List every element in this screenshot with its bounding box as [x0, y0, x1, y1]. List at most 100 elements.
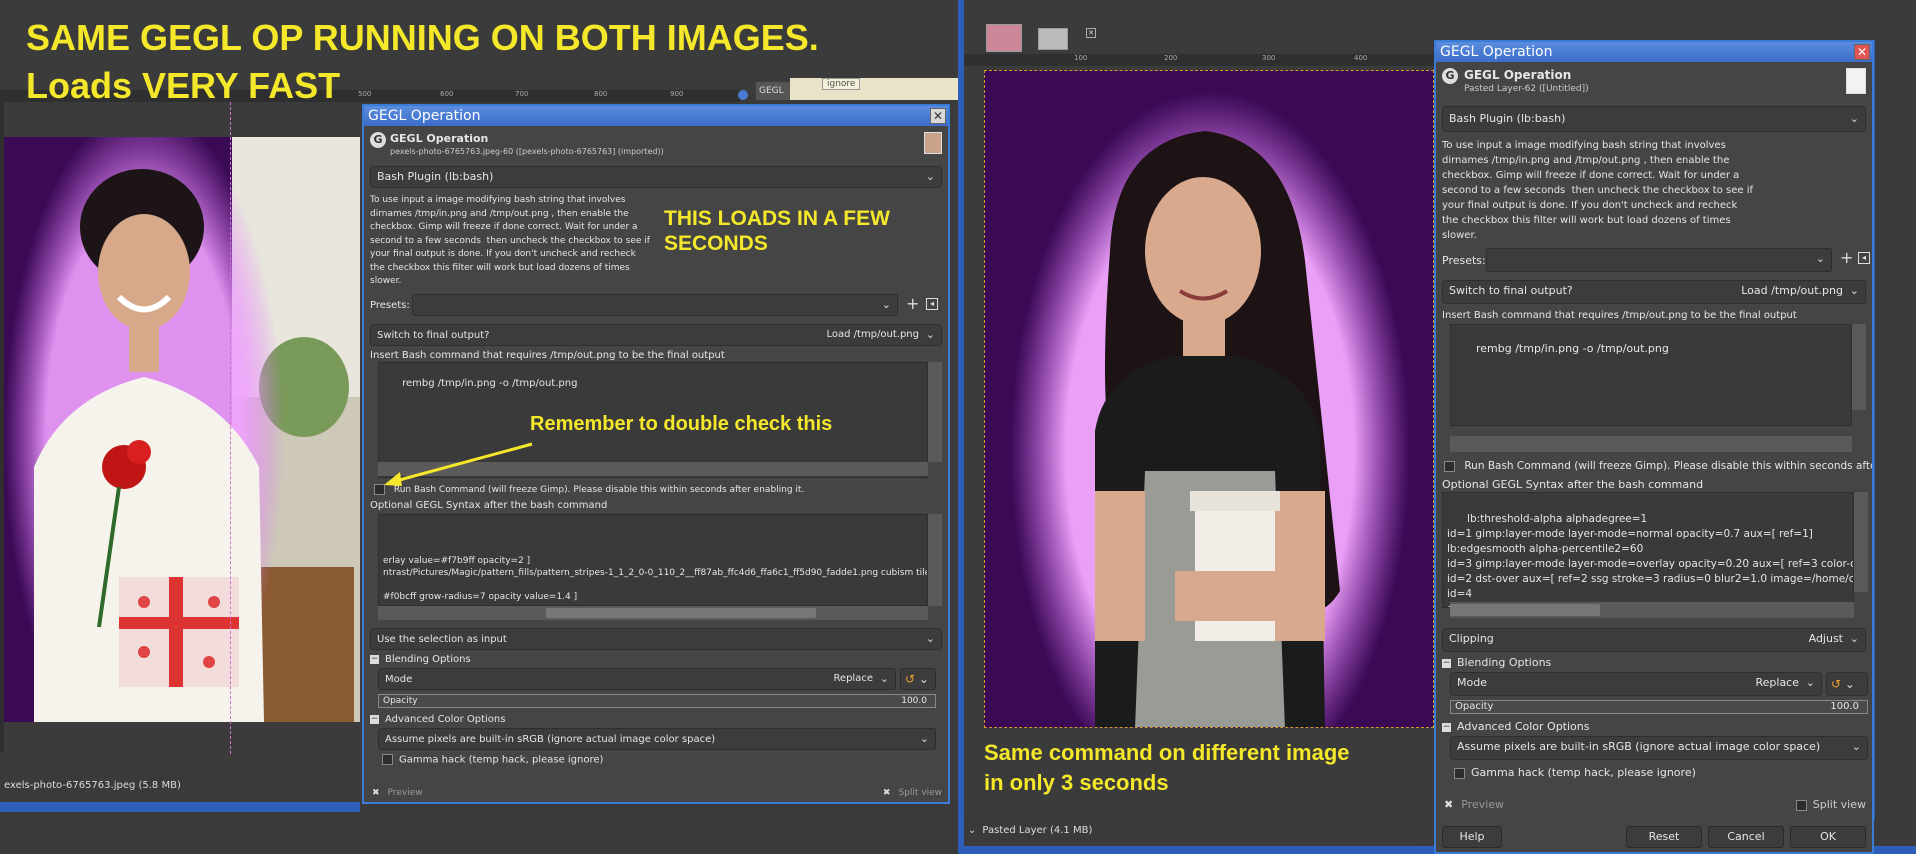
chevron-down-icon: ⌄: [1849, 284, 1859, 297]
right-dialog-title: GEGL Operation: [1440, 44, 1553, 60]
right-edge-panel: [1874, 40, 1916, 820]
right-syntax-vscroll[interactable]: [1854, 492, 1868, 592]
right-header-name: GEGL Operation: [1464, 68, 1572, 82]
preview-x-icon[interactable]: ✖: [372, 788, 380, 798]
right-bash-input[interactable]: rembg /tmp/in.png -o /tmp/out.png: [1450, 324, 1852, 426]
scroll-thumb[interactable]: [1450, 604, 1600, 616]
left-switch-value: Load /tmp/out.png: [826, 329, 919, 340]
mode-reset-icon[interactable]: ↺ ⌄: [1826, 672, 1868, 696]
right-switch-label: Switch to final output?: [1449, 284, 1573, 297]
right-mode-value: Replace: [1755, 676, 1799, 689]
left-opacity-slider[interactable]: Opacity 100.0: [378, 694, 936, 708]
image-tab-2[interactable]: [1038, 28, 1068, 50]
left-mode-select[interactable]: Mode Replace ⌄: [378, 668, 896, 690]
ruler-tick: 300: [1262, 54, 1276, 62]
add-preset-icon[interactable]: +: [1840, 248, 1853, 267]
right-opacity-label: Opacity: [1455, 701, 1494, 712]
right-opacity-slider[interactable]: Opacity 100.0: [1450, 700, 1868, 714]
chevron-down-icon: ⌄: [1805, 676, 1815, 689]
right-blending-header[interactable]: − Blending Options: [1442, 656, 1551, 669]
collapse-icon[interactable]: −: [1442, 658, 1451, 668]
right-preview-row[interactable]: ✖ Preview: [1444, 798, 1504, 811]
left-header-name: GEGL Operation: [390, 132, 489, 145]
preset-menu-icon[interactable]: ◂: [1858, 252, 1870, 264]
mode-reset-icon[interactable]: ↺ ⌄: [900, 668, 936, 690]
close-icon[interactable]: ✕: [1854, 44, 1870, 60]
left-bash-command: rembg /tmp/in.png -o /tmp/out.png: [402, 378, 578, 389]
zoom-icon[interactable]: [738, 90, 748, 100]
left-split-row[interactable]: ✖ Split view: [883, 788, 942, 798]
right-clipping-select[interactable]: Clipping Adjust ⌄: [1442, 628, 1866, 652]
right-gamma-row[interactable]: Gamma hack (temp hack, please ignore): [1454, 766, 1696, 779]
chevron-down-icon: ⌄: [881, 298, 891, 311]
left-opacity-value: 100.0: [901, 696, 927, 706]
left-image-canvas: [4, 137, 360, 722]
left-selection-select[interactable]: Use the selection as input ⌄: [370, 628, 942, 650]
right-switch-select[interactable]: Switch to final output? Load /tmp/out.pn…: [1442, 280, 1866, 304]
left-presets-label: Presets:: [370, 300, 410, 311]
chevron-down-icon: ⌄: [925, 170, 935, 183]
cancel-button[interactable]: Cancel: [1708, 826, 1784, 848]
left-mode-value: Replace: [833, 673, 873, 684]
collapse-icon[interactable]: −: [370, 714, 379, 724]
right-presets-select[interactable]: ⌄: [1486, 248, 1832, 272]
add-preset-icon[interactable]: +: [906, 294, 919, 313]
left-plugin-select[interactable]: Bash Plugin (lb:bash) ⌄: [370, 166, 942, 188]
right-mode-select[interactable]: Mode Replace ⌄: [1450, 672, 1822, 696]
chevron-down-icon[interactable]: ⌄: [968, 825, 976, 836]
preview-x-icon[interactable]: ✖: [1444, 798, 1453, 811]
image-tab-1[interactable]: [986, 24, 1022, 52]
right-plugin-select[interactable]: Bash Plugin (lb:bash) ⌄: [1442, 106, 1866, 132]
right-syntax-hscroll[interactable]: [1450, 602, 1854, 618]
layer-boundary: [230, 102, 231, 754]
close-icon[interactable]: ✕: [930, 108, 946, 124]
right-dialog-titlebar[interactable]: GEGL Operation ✕: [1436, 42, 1872, 62]
gamma-checkbox[interactable]: [382, 754, 393, 765]
right-clipping-label: Clipping: [1449, 632, 1494, 645]
gegl-logo-icon: G: [1442, 68, 1458, 84]
ok-button[interactable]: OK: [1790, 826, 1866, 848]
reset-button[interactable]: Reset: [1626, 826, 1702, 848]
right-split-label: Split view: [1812, 798, 1866, 811]
left-color-space: Assume pixels are built-in sRGB (ignore …: [385, 734, 716, 745]
left-dialog-titlebar[interactable]: GEGL Operation ✕: [364, 106, 948, 126]
collapse-icon[interactable]: −: [1442, 722, 1451, 732]
left-advanced-label: Advanced Color Options: [385, 714, 506, 725]
scroll-thumb[interactable]: [546, 608, 816, 618]
left-selection-label: Use the selection as input: [377, 634, 507, 645]
gamma-checkbox[interactable]: [1454, 767, 1465, 779]
right-bash-vscroll[interactable]: [1852, 324, 1866, 410]
preset-menu-icon[interactable]: ◂: [926, 298, 938, 310]
left-gamma-row[interactable]: Gamma hack (temp hack, please ignore): [382, 754, 603, 766]
left-switch-select[interactable]: Switch to final output? Load /tmp/out.pn…: [370, 324, 942, 346]
tab-close-icon[interactable]: ✕: [1086, 28, 1096, 38]
right-bash-hscroll[interactable]: [1450, 436, 1852, 452]
left-syntax-vscroll[interactable]: [928, 514, 942, 606]
left-color-space-select[interactable]: Assume pixels are built-in sRGB (ignore …: [378, 728, 936, 750]
left-syntax-hscroll[interactable]: [378, 606, 928, 620]
left-advanced-header[interactable]: − Advanced Color Options: [370, 714, 505, 725]
chevron-down-icon: ⌄: [1815, 252, 1825, 265]
headline-line2: Loads VERY FAST: [26, 65, 341, 106]
left-presets-select[interactable]: ⌄: [412, 294, 898, 316]
left-preview-label: Preview: [387, 788, 423, 798]
chevron-down-icon: ⌄: [925, 632, 935, 645]
run-checkbox[interactable]: [1444, 460, 1455, 472]
collapse-icon[interactable]: −: [370, 654, 379, 664]
split-x-icon[interactable]: ✖: [883, 788, 891, 798]
opacity-fill: [379, 695, 935, 707]
left-gegl-syntax-input[interactable]: erlay value=#f7b9ff opacity=2 ] ntrast/P…: [378, 514, 928, 606]
left-bash-vscroll[interactable]: [928, 362, 942, 462]
right-status-layer: Pasted Layer (4.1 MB): [982, 825, 1093, 836]
right-split-row[interactable]: Split view: [1795, 798, 1866, 811]
left-preview-row[interactable]: ✖ Preview: [372, 788, 423, 798]
right-color-space-select[interactable]: Assume pixels are built-in sRGB (ignore …: [1450, 736, 1868, 760]
split-checkbox[interactable]: [1795, 799, 1807, 811]
help-button[interactable]: Help: [1442, 826, 1502, 848]
right-run-checkbox-row[interactable]: Run Bash Command (will freeze Gimp). Ple…: [1444, 460, 1872, 472]
right-optional-label: Optional GEGL Syntax after the bash comm…: [1442, 478, 1704, 491]
right-gegl-syntax-input[interactable]: lb:threshold-alpha alphadegree=1 id=1 gi…: [1442, 492, 1854, 608]
chevron-down-icon: ⌄: [1851, 740, 1861, 753]
right-advanced-header[interactable]: − Advanced Color Options: [1442, 720, 1590, 733]
left-blending-header[interactable]: − Blending Options: [370, 654, 471, 665]
